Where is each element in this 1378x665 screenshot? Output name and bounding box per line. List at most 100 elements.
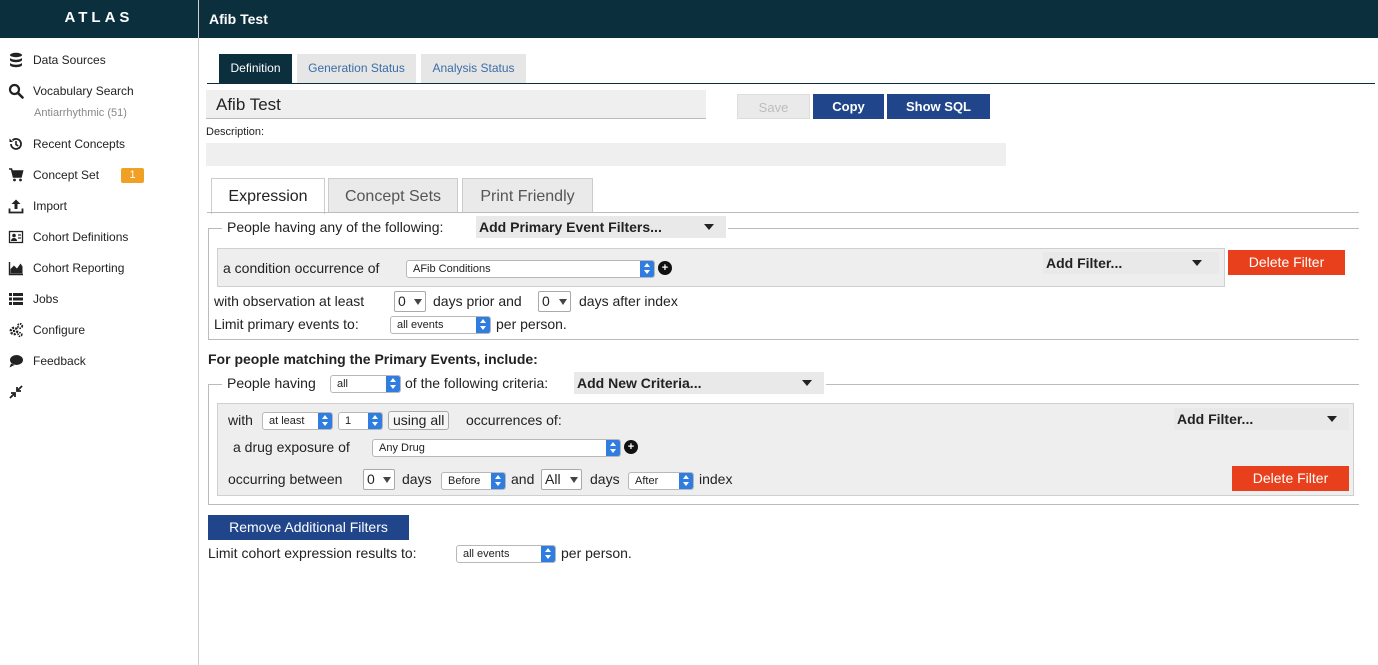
people-having-label: People having bbox=[227, 375, 316, 391]
delete-filter-button[interactable]: Delete Filter bbox=[1232, 466, 1349, 491]
recent-vocabulary-search[interactable]: Antiarrhythmic (51) bbox=[34, 107, 127, 119]
users-icon bbox=[8, 230, 24, 244]
select-arrows-icon bbox=[679, 473, 693, 489]
dropdown-label: Add Filter... bbox=[1177, 411, 1254, 427]
days-after-select[interactable]: All bbox=[541, 469, 582, 490]
days-before-select[interactable]: 0 bbox=[363, 469, 395, 490]
occurrence-type-select[interactable]: at least bbox=[262, 412, 333, 430]
tab-generation-status[interactable]: Generation Status bbox=[297, 54, 416, 83]
select-arrows-icon bbox=[476, 317, 490, 333]
tab-print-friendly[interactable]: Print Friendly bbox=[462, 178, 593, 213]
sidebar-item-label: Feedback bbox=[33, 354, 86, 368]
select-value: at least bbox=[269, 415, 305, 427]
caret-down-icon bbox=[414, 299, 422, 305]
using-all-button[interactable]: using all bbox=[388, 411, 450, 430]
select-value: all events bbox=[397, 319, 444, 331]
remove-additional-filters-button[interactable]: Remove Additional Filters bbox=[208, 515, 409, 540]
tab-analysis-status[interactable]: Analysis Status bbox=[421, 54, 526, 83]
save-button[interactable]: Save bbox=[737, 94, 810, 119]
sidebar-item-concept-set[interactable]: Concept Set bbox=[0, 164, 198, 186]
upload-icon bbox=[8, 199, 24, 214]
sidebar-item-label: Cohort Reporting bbox=[33, 261, 125, 275]
sidebar-collapse-button[interactable] bbox=[0, 381, 30, 403]
add-filter-dropdown[interactable]: Add Filter... bbox=[1174, 408, 1349, 430]
tab-expression[interactable]: Expression bbox=[211, 178, 325, 214]
caret-down-icon bbox=[1327, 416, 1337, 422]
sidebar-item-jobs[interactable]: Jobs bbox=[0, 288, 198, 310]
limit-primary-select[interactable]: all events bbox=[390, 316, 491, 334]
sidebar-item-feedback[interactable]: Feedback bbox=[0, 350, 198, 372]
caret-down-icon bbox=[1192, 260, 1202, 266]
tab-definition[interactable]: Definition bbox=[219, 54, 292, 83]
show-sql-button[interactable]: Show SQL bbox=[887, 94, 990, 119]
sidebar-item-import[interactable]: Import bbox=[0, 195, 198, 217]
primary-event-filters-dropdown[interactable]: Add Primary Event Filters... bbox=[476, 216, 726, 238]
add-new-criteria-dropdown[interactable]: Add New Criteria... bbox=[574, 372, 824, 394]
cohort-name-input[interactable]: Afib Test bbox=[206, 90, 706, 119]
delete-filter-button[interactable]: Delete Filter bbox=[1228, 250, 1345, 275]
tab-divider bbox=[207, 83, 1375, 84]
sidebar-item-label: Recent Concepts bbox=[33, 137, 126, 151]
with-label: with bbox=[228, 412, 253, 428]
sidebar-item-label: Concept Set bbox=[33, 168, 100, 182]
add-drug-attribute-icon[interactable]: + bbox=[624, 440, 638, 454]
sidebar: ATLAS Data Sources Vocabulary Search Ant… bbox=[0, 0, 199, 665]
sidebar-item-label: Configure bbox=[33, 323, 86, 337]
observation-prefix: with observation at least bbox=[214, 293, 365, 309]
description-input[interactable] bbox=[206, 143, 1006, 166]
history-icon bbox=[9, 138, 22, 150]
condition-concept-select[interactable]: AFib Conditions bbox=[406, 260, 655, 278]
caret-down-icon bbox=[802, 380, 812, 386]
select-arrows-icon bbox=[318, 413, 332, 429]
limit-cohort-suffix: per person. bbox=[561, 545, 632, 561]
limit-primary-prefix: Limit primary events to: bbox=[214, 316, 359, 332]
caret-down-icon bbox=[570, 477, 578, 483]
add-condition-attribute-icon[interactable]: + bbox=[658, 261, 672, 275]
sidebar-item-configure[interactable]: Configure bbox=[0, 319, 198, 341]
sidebar-item-recent-concepts[interactable]: Recent Concepts bbox=[0, 133, 198, 155]
and-label: and bbox=[511, 471, 535, 487]
before-after-select[interactable]: Before bbox=[441, 472, 506, 490]
secondary-tab-divider bbox=[207, 212, 1359, 213]
database-icon bbox=[10, 52, 22, 68]
legend-line bbox=[826, 384, 1359, 385]
sidebar-item-vocabulary-search[interactable]: Vocabulary Search bbox=[0, 80, 198, 102]
select-value: all events bbox=[463, 548, 510, 560]
list-icon bbox=[9, 293, 23, 305]
select-value: All bbox=[545, 471, 561, 487]
drug-concept-select[interactable]: Any Drug bbox=[372, 439, 621, 457]
observation-after-select[interactable]: 0 bbox=[538, 291, 571, 312]
comment-icon bbox=[9, 355, 23, 368]
dropdown-label: Add Primary Event Filters... bbox=[479, 219, 662, 235]
occurrence-count-select[interactable]: 1 bbox=[338, 412, 383, 430]
observation-after-suffix: days after index bbox=[579, 293, 678, 309]
select-arrows-icon bbox=[491, 473, 505, 489]
dropdown-label: Add New Criteria... bbox=[577, 375, 702, 391]
sidebar-item-data-sources[interactable]: Data Sources bbox=[0, 49, 198, 71]
select-value: 1 bbox=[345, 415, 352, 427]
caret-down-icon bbox=[704, 224, 714, 230]
select-value: 0 bbox=[398, 293, 406, 309]
page-title: Afib Test bbox=[209, 11, 268, 27]
concept-set-count-badge: 1 bbox=[121, 168, 144, 183]
select-arrows-icon bbox=[640, 261, 654, 277]
add-filter-dropdown[interactable]: Add Filter... bbox=[1043, 252, 1219, 274]
select-value: 0 bbox=[542, 293, 550, 309]
select-value: After bbox=[635, 475, 659, 487]
sidebar-item-cohort-definitions[interactable]: Cohort Definitions bbox=[0, 226, 198, 248]
observation-prior-suffix: days prior and bbox=[433, 293, 522, 309]
copy-button[interactable]: Copy bbox=[813, 94, 884, 119]
tab-concept-sets[interactable]: Concept Sets bbox=[328, 178, 458, 213]
after-select[interactable]: After bbox=[628, 472, 694, 490]
select-arrows-icon bbox=[541, 546, 555, 562]
limit-cohort-select[interactable]: all events bbox=[456, 545, 556, 563]
sidebar-item-cohort-reporting[interactable]: Cohort Reporting bbox=[0, 257, 198, 279]
select-value: AFib Conditions bbox=[413, 263, 491, 275]
app-logo[interactable]: ATLAS bbox=[0, 0, 198, 38]
occurrences-label: occurrences of: bbox=[466, 412, 562, 428]
drug-exposure-label: a drug exposure of bbox=[233, 439, 350, 455]
sidebar-item-label: Import bbox=[33, 199, 68, 213]
people-having-select[interactable]: all bbox=[330, 375, 401, 393]
select-value: Any Drug bbox=[379, 442, 425, 454]
observation-prior-select[interactable]: 0 bbox=[394, 291, 426, 312]
